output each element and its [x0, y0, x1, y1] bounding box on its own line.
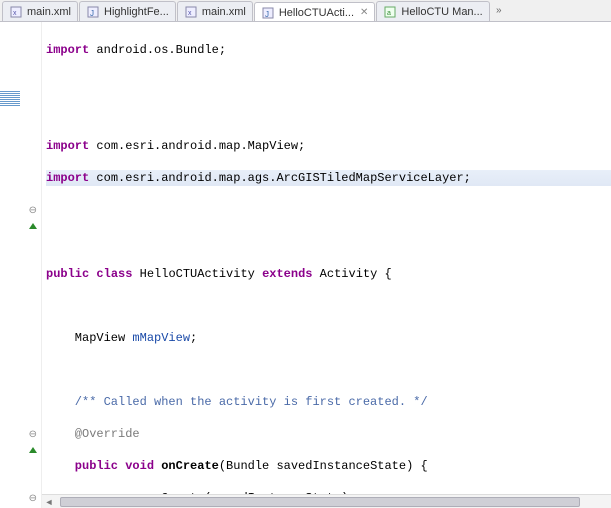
code-line: /** Called when the activity is first cr… — [46, 394, 611, 410]
override-marker-icon[interactable] — [0, 218, 41, 234]
tab-label: HighlightFe... — [104, 6, 169, 18]
java-file-icon: J — [261, 6, 275, 20]
tab-helloctuactivity[interactable]: J HelloCTUActi... ✕ — [254, 2, 376, 22]
svg-text:x: x — [188, 10, 192, 17]
xml-file-icon: x — [9, 5, 23, 19]
tab-main-xml-1[interactable]: x main.xml — [2, 1, 78, 21]
tab-helloctu-manifest[interactable]: a HelloCTU Man... — [376, 1, 489, 21]
change-marker — [0, 90, 20, 106]
code-line: import com.esri.android.map.MapView; — [46, 138, 611, 154]
editor-area: ⊖ ⊖ ⊖ import android.os.Bundle; import c… — [0, 22, 611, 508]
tab-label: main.xml — [202, 6, 246, 18]
tab-label: HelloCTU Man... — [401, 6, 482, 18]
tab-label: HelloCTUActi... — [279, 7, 354, 19]
editor-tab-bar: x main.xml J HighlightFe... x main.xml J… — [0, 0, 611, 22]
code-line-highlighted: import com.esri.android.map.ags.ArcGISTi… — [46, 170, 611, 186]
tab-overflow-icon[interactable]: » — [493, 5, 505, 16]
close-icon[interactable]: ✕ — [360, 7, 368, 18]
override-marker-icon[interactable] — [0, 442, 41, 458]
tab-main-xml-2[interactable]: x main.xml — [177, 1, 253, 21]
svg-text:x: x — [13, 10, 17, 17]
manifest-file-icon: a — [383, 5, 397, 19]
code-line: public void onCreate(Bundle savedInstanc… — [46, 458, 611, 474]
svg-text:J: J — [90, 9, 94, 18]
code-editor[interactable]: import android.os.Bundle; import com.esr… — [42, 22, 611, 508]
tab-label: main.xml — [27, 6, 71, 18]
fold-toggle[interactable]: ⊖ — [0, 490, 41, 506]
horizontal-scrollbar[interactable]: ◄ — [42, 494, 611, 508]
xml-file-icon: x — [184, 5, 198, 19]
code-line: public class HelloCTUActivity extends Ac… — [46, 266, 611, 282]
scroll-thumb[interactable] — [60, 497, 580, 507]
gutter: ⊖ ⊖ ⊖ — [0, 22, 42, 508]
code-line: import android.os.Bundle; — [46, 42, 611, 58]
tab-highlightfe[interactable]: J HighlightFe... — [79, 1, 176, 21]
fold-toggle[interactable]: ⊖ — [0, 202, 41, 218]
svg-text:a: a — [387, 10, 391, 17]
fold-toggle[interactable]: ⊖ — [0, 426, 41, 442]
java-file-icon: J — [86, 5, 100, 19]
code-line: @Override — [46, 426, 611, 442]
scroll-left-icon[interactable]: ◄ — [42, 497, 56, 507]
svg-text:J: J — [265, 10, 269, 19]
code-line: MapView mMapView; — [46, 330, 611, 346]
